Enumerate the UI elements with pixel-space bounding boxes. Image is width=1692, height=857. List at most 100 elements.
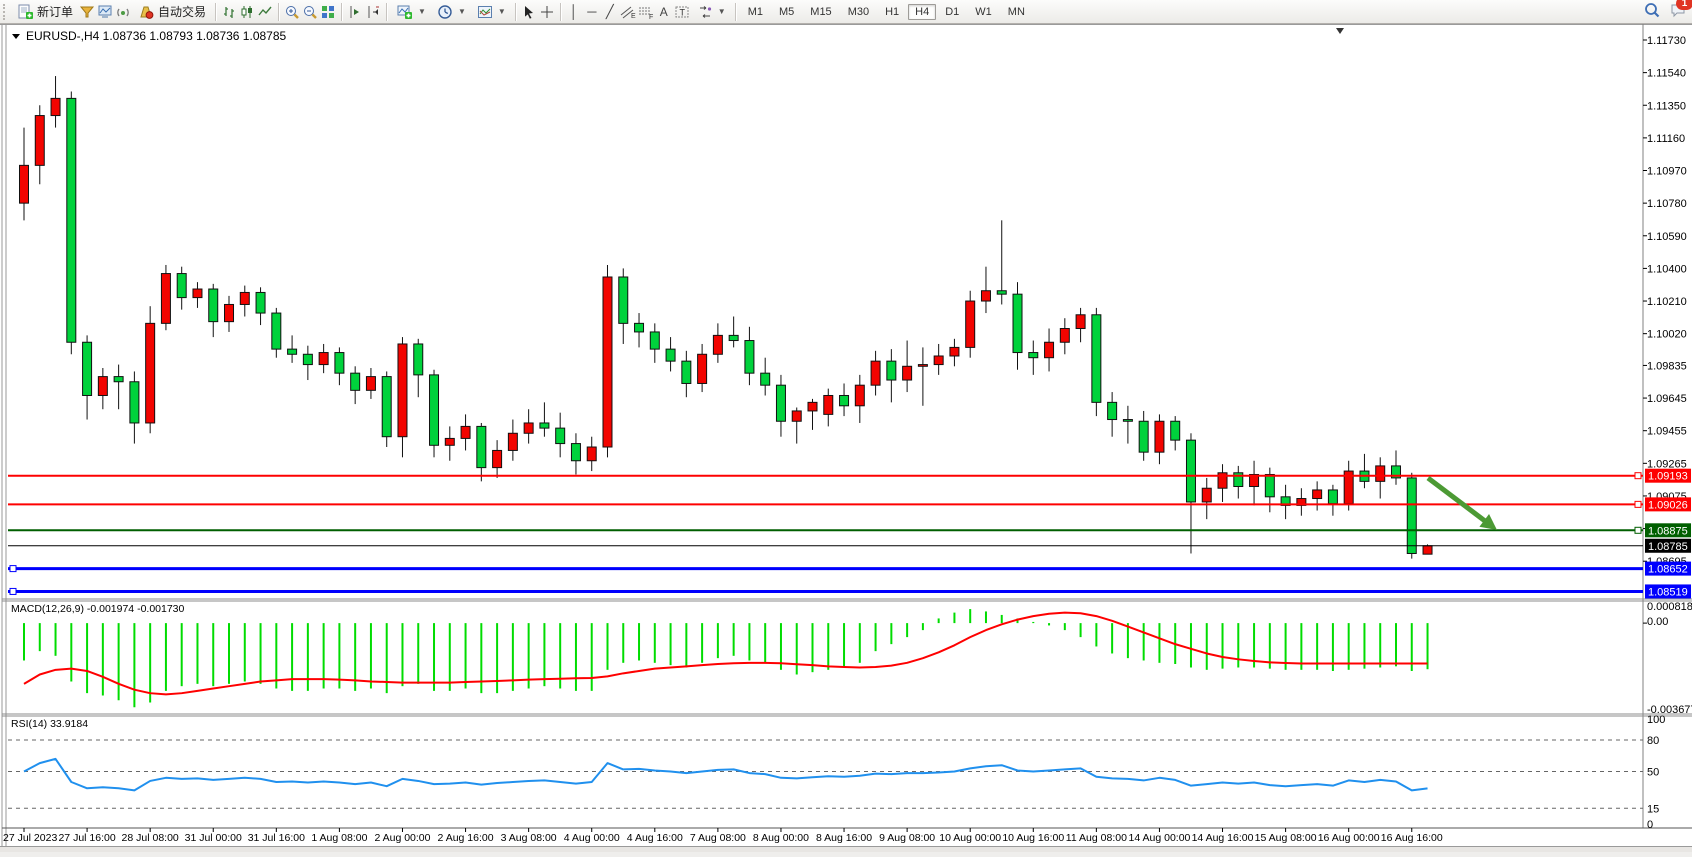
candle-body: [666, 349, 675, 361]
price-label-text: 1.08785: [1648, 541, 1688, 553]
candle-body: [351, 373, 360, 390]
time-tick-label: 2 Aug 16:00: [438, 832, 494, 844]
price-label-text: 1.09026: [1648, 499, 1688, 511]
arrange-left-icon[interactable]: [346, 3, 364, 21]
shapes-button[interactable]: ▼: [691, 1, 731, 23]
candle-body: [1328, 490, 1337, 504]
time-tick-label: 27 Jul 2023: [3, 832, 57, 844]
timeframe-m15[interactable]: M15: [803, 4, 838, 20]
label-icon[interactable]: T: [673, 3, 691, 21]
candle-body: [1045, 342, 1054, 357]
autotrading-label: 自动交易: [158, 3, 206, 20]
zoom-in-icon[interactable]: [283, 3, 301, 21]
time-tick-label: 4 Aug 00:00: [564, 832, 620, 844]
line-handle[interactable]: [1635, 501, 1641, 507]
channel-icon[interactable]: E: [619, 3, 637, 21]
timeframe-d1[interactable]: D1: [938, 4, 966, 20]
price-tick-label: 1.09645: [1647, 393, 1687, 405]
candle-body: [319, 353, 328, 365]
fibonacci-icon[interactable]: F: [637, 3, 655, 21]
line-handle[interactable]: [1635, 527, 1641, 533]
timeframe-m5[interactable]: M5: [772, 4, 801, 20]
time-tick-label: 10 Aug 16:00: [1002, 832, 1064, 844]
candle-body: [445, 438, 454, 445]
autotrading-button[interactable]: 自动交易: [132, 1, 211, 23]
new-chart-button[interactable]: ▼: [391, 1, 431, 23]
candle-body: [1186, 440, 1195, 502]
arrange-right-icon[interactable]: [364, 3, 382, 21]
candle-body: [981, 291, 990, 301]
macd-scale-label: -0.003677: [1647, 704, 1692, 716]
macd-label: MACD(12,26,9) -0.001974 -0.001730: [11, 603, 185, 615]
notification-badge: 1: [1676, 0, 1692, 10]
candle-body: [966, 301, 975, 347]
time-tick-label: 10 Aug 00:00: [939, 832, 1001, 844]
chart-title: EURUSD-,H4 1.08736 1.08793 1.08736 1.087…: [26, 29, 287, 43]
svg-text:F: F: [649, 14, 653, 20]
time-tick-label: 14 Aug 16:00: [1192, 832, 1254, 844]
toolbar-separator: [735, 3, 736, 21]
funnel-icon[interactable]: [78, 3, 96, 21]
chevron-down-icon: ▼: [718, 7, 726, 16]
tile-windows-icon[interactable]: [319, 3, 337, 21]
candle-body: [871, 361, 880, 385]
candle-body: [1108, 402, 1117, 419]
bar-chart-icon[interactable]: [220, 3, 238, 21]
chat-icon[interactable]: 1: [1669, 1, 1687, 19]
candle-body: [98, 377, 107, 396]
candle-body: [1076, 315, 1085, 329]
search-icon[interactable]: [1643, 1, 1661, 19]
candlestick-icon[interactable]: [238, 3, 256, 21]
time-tick-label: 28 Jul 08:00: [122, 832, 179, 844]
candle-body: [67, 98, 76, 342]
rsi-level-label: 15: [1647, 803, 1659, 815]
chart-profile-icon[interactable]: [96, 3, 114, 21]
candle-body: [729, 335, 738, 340]
timeframe-m30[interactable]: M30: [841, 4, 876, 20]
rsi-level-label: 80: [1647, 735, 1659, 747]
candle-body: [650, 332, 659, 349]
timeframe-h4[interactable]: H4: [908, 4, 936, 20]
candle-body: [146, 323, 155, 423]
candle-body: [493, 450, 502, 467]
time-tick-label: 7 Aug 08:00: [690, 832, 746, 844]
zoom-out-icon[interactable]: [301, 3, 319, 21]
line-chart-icon[interactable]: [256, 3, 274, 21]
timeframe-mn[interactable]: MN: [1001, 4, 1032, 20]
macd-scale-label: 0.000818: [1647, 601, 1692, 613]
vertical-line-icon[interactable]: │: [565, 3, 583, 21]
candle-body: [477, 426, 486, 467]
time-tick-label: 8 Aug 00:00: [753, 832, 809, 844]
toolbar-drag-handle[interactable]: [3, 4, 8, 20]
timeframe-w1[interactable]: W1: [968, 4, 999, 20]
candle-body: [713, 335, 722, 354]
template-button[interactable]: ▼: [471, 1, 511, 23]
candle-body: [1265, 474, 1274, 496]
timeframe-h1[interactable]: H1: [878, 4, 906, 20]
candle-body: [51, 98, 60, 115]
candle-body: [461, 426, 470, 438]
line-handle[interactable]: [10, 588, 16, 594]
horizontal-line-icon[interactable]: ─: [583, 3, 601, 21]
candle-body: [1423, 546, 1432, 554]
chart-canvas[interactable]: 1.117301.115401.113501.111601.109701.107…: [0, 24, 1692, 852]
candle-body: [272, 313, 281, 349]
text-icon[interactable]: A: [655, 3, 673, 21]
line-handle[interactable]: [1635, 473, 1641, 479]
timeframe-m1[interactable]: M1: [741, 4, 770, 20]
period-button[interactable]: ▼: [431, 1, 471, 23]
candle-body: [918, 365, 927, 367]
cursor-icon[interactable]: [520, 3, 538, 21]
crosshair-icon[interactable]: [538, 3, 556, 21]
line-handle[interactable]: [10, 566, 16, 572]
new-order-button[interactable]: 新订单: [11, 1, 78, 23]
time-tick-label: 2 Aug 00:00: [374, 832, 430, 844]
price-tick-label: 1.11540: [1647, 68, 1686, 80]
candle-body: [840, 395, 849, 405]
signal-icon[interactable]: [114, 3, 132, 21]
price-tick-label: 1.10020: [1647, 329, 1687, 341]
trendline-icon[interactable]: ╱: [601, 3, 619, 21]
candle-body: [556, 428, 565, 443]
candle-body: [745, 341, 754, 374]
candle-body: [288, 349, 297, 354]
